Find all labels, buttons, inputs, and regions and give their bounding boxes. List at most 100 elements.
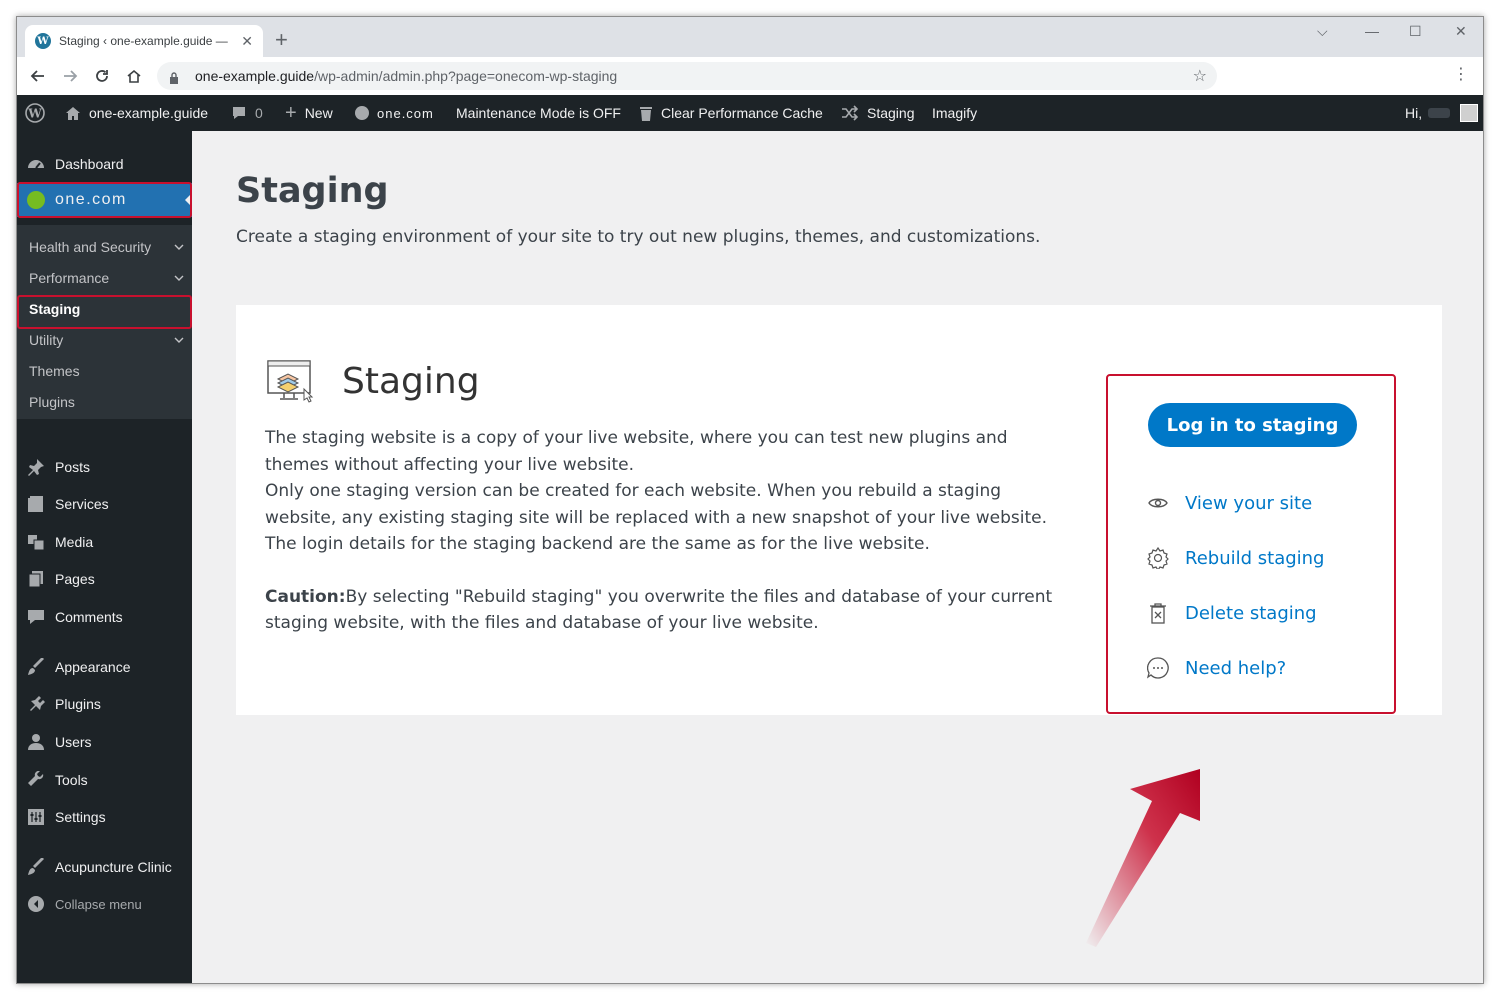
media-icon [26, 532, 46, 552]
onecom-menu[interactable]: one.com [355, 95, 434, 131]
card-paragraph: The login details for the staging backen… [265, 534, 930, 554]
card-description: The staging website is a copy of your li… [265, 425, 1055, 637]
avatar [1460, 104, 1479, 122]
pin-icon [26, 457, 46, 477]
plugin-icon [26, 694, 46, 714]
browser-window: W Staging ‹ one-example.guide — W ✕ + ⌵ … [16, 16, 1484, 984]
tab-search-icon[interactable]: ⌵ [1317, 23, 1328, 40]
wp-logo-menu[interactable]: W [25, 95, 45, 131]
sidebar-item-acupuncture-clinic[interactable]: Acupuncture Clinic [17, 853, 192, 881]
sidebar-item-label: Dashboard [55, 156, 124, 172]
brush-icon [26, 657, 46, 677]
submenu-label: Themes [29, 363, 80, 379]
new-tab-button[interactable]: + [275, 27, 288, 53]
comments-menu[interactable]: 0 [231, 95, 263, 131]
submenu-label: Health and Security [29, 239, 152, 255]
sidebar-item-appearance[interactable]: Appearance [17, 653, 192, 681]
new-label: New [304, 105, 333, 121]
new-content-menu[interactable]: + New [285, 95, 333, 131]
wordpress-favicon-icon: W [35, 33, 51, 49]
clear-cache-menu[interactable]: Clear Performance Cache [639, 95, 823, 131]
forward-button[interactable] [59, 65, 81, 87]
imagify-label: Imagify [932, 105, 978, 121]
back-button[interactable] [27, 65, 49, 87]
view-site-label: View your site [1185, 492, 1313, 514]
onecom-circle-icon [355, 106, 369, 120]
browser-tab[interactable]: W Staging ‹ one-example.guide — W ✕ [25, 25, 263, 57]
comments-count: 0 [255, 105, 263, 121]
browser-menu-icon[interactable]: ⋮ [1453, 67, 1469, 83]
reload-button[interactable] [91, 65, 113, 87]
gear-icon [1147, 547, 1169, 569]
delete-staging-link[interactable]: Delete staging [1147, 602, 1317, 624]
onecom-label: one.com [377, 105, 434, 121]
sidebar-item-label: Posts [55, 459, 91, 475]
browser-toolbar: one-example.guide/wp-admin/admin.php?pag… [17, 57, 1483, 95]
submenu-label: Performance [29, 270, 110, 286]
services-icon [26, 494, 46, 514]
wordpress-logo-icon: W [25, 103, 45, 123]
sidebar-item-dashboard[interactable]: Dashboard [17, 149, 192, 179]
comment-icon [231, 105, 247, 121]
tab-close-icon[interactable]: ✕ [241, 33, 253, 50]
admin-sidebar: Dashboard one.com Health and Security Pe… [17, 131, 192, 983]
collapse-menu-button[interactable]: Collapse menu [17, 890, 192, 918]
user-icon [26, 732, 46, 752]
address-bar[interactable]: one-example.guide/wp-admin/admin.php?pag… [157, 62, 1217, 90]
wrench-icon [26, 770, 46, 790]
rebuild-staging-link[interactable]: Rebuild staging [1147, 547, 1324, 569]
onecom-submenu: Health and Security Performance Staging … [17, 225, 192, 419]
sidebar-item-label: Appearance [55, 659, 131, 675]
sidebar-item-label: Users [55, 734, 92, 750]
sidebar-item-media[interactable]: Media [17, 528, 192, 556]
trash-icon [639, 105, 653, 121]
minimize-button[interactable]: — [1365, 23, 1379, 39]
url-path: /wp-admin/admin.php?page=onecom-wp-stagi… [314, 68, 618, 84]
home-button[interactable] [123, 65, 145, 87]
reload-icon [96, 70, 108, 82]
sidebar-item-users[interactable]: Users [17, 728, 192, 756]
sidebar-item-settings[interactable]: Settings [17, 803, 192, 831]
maximize-button[interactable]: ☐ [1409, 23, 1422, 40]
login-to-staging-button[interactable]: Log in to staging [1148, 403, 1357, 447]
caution-text: By selecting "Rebuild staging" you overw… [265, 586, 1053, 634]
sidebar-item-plugins[interactable]: Plugins [17, 690, 192, 718]
sidebar-item-label: Services [55, 496, 109, 512]
submenu-item-themes[interactable]: Themes [29, 363, 184, 379]
clear-cache-label: Clear Performance Cache [661, 105, 823, 121]
need-help-link[interactable]: Need help? [1147, 657, 1286, 679]
view-site-link[interactable]: View your site [1147, 492, 1312, 514]
tab-strip: W Staging ‹ one-example.guide — W ✕ + ⌵ … [17, 17, 1483, 57]
sidebar-item-pages[interactable]: Pages [17, 565, 192, 593]
need-help-label: Need help? [1185, 657, 1287, 679]
rebuild-staging-label: Rebuild staging [1185, 547, 1325, 569]
submenu-item-utility[interactable]: Utility [29, 332, 184, 348]
chat-bubble-icon [1147, 657, 1169, 679]
maintenance-mode-menu[interactable]: Maintenance Mode is OFF [456, 95, 621, 131]
card-paragraph: The staging website is a copy of your li… [265, 428, 1008, 475]
sidebar-item-tools[interactable]: Tools [17, 766, 192, 794]
account-menu[interactable]: Hi, [1405, 95, 1479, 131]
sidebar-item-posts[interactable]: Posts [17, 453, 192, 481]
close-window-button[interactable]: ✕ [1455, 23, 1467, 40]
sidebar-item-label: Tools [55, 772, 88, 788]
staging-monitor-icon [266, 359, 316, 408]
page-title: Staging [236, 171, 389, 211]
bookmark-star-icon[interactable]: ☆ [1193, 66, 1207, 86]
tab-title: Staging ‹ one-example.guide — W [59, 34, 229, 48]
staging-menu[interactable]: Staging [841, 95, 914, 131]
sidebar-item-label: Settings [55, 809, 106, 825]
caution-label: Caution: [265, 586, 346, 607]
forward-arrow-icon [64, 70, 78, 82]
imagify-menu[interactable]: Imagify [932, 95, 977, 131]
sidebar-item-label: Acupuncture Clinic [55, 859, 172, 875]
submenu-item-health-security[interactable]: Health and Security [29, 239, 184, 255]
site-name-menu[interactable]: one-example.guide [65, 95, 208, 131]
submenu-item-plugins[interactable]: Plugins [29, 394, 184, 410]
sidebar-item-services[interactable]: Services [17, 490, 192, 518]
eye-icon [1147, 492, 1169, 514]
submenu-item-performance[interactable]: Performance [29, 270, 184, 286]
sidebar-item-comments[interactable]: Comments [17, 603, 192, 631]
main-content: Staging Create a staging environment of … [192, 131, 1483, 983]
dashboard-gauge-icon [26, 154, 46, 174]
